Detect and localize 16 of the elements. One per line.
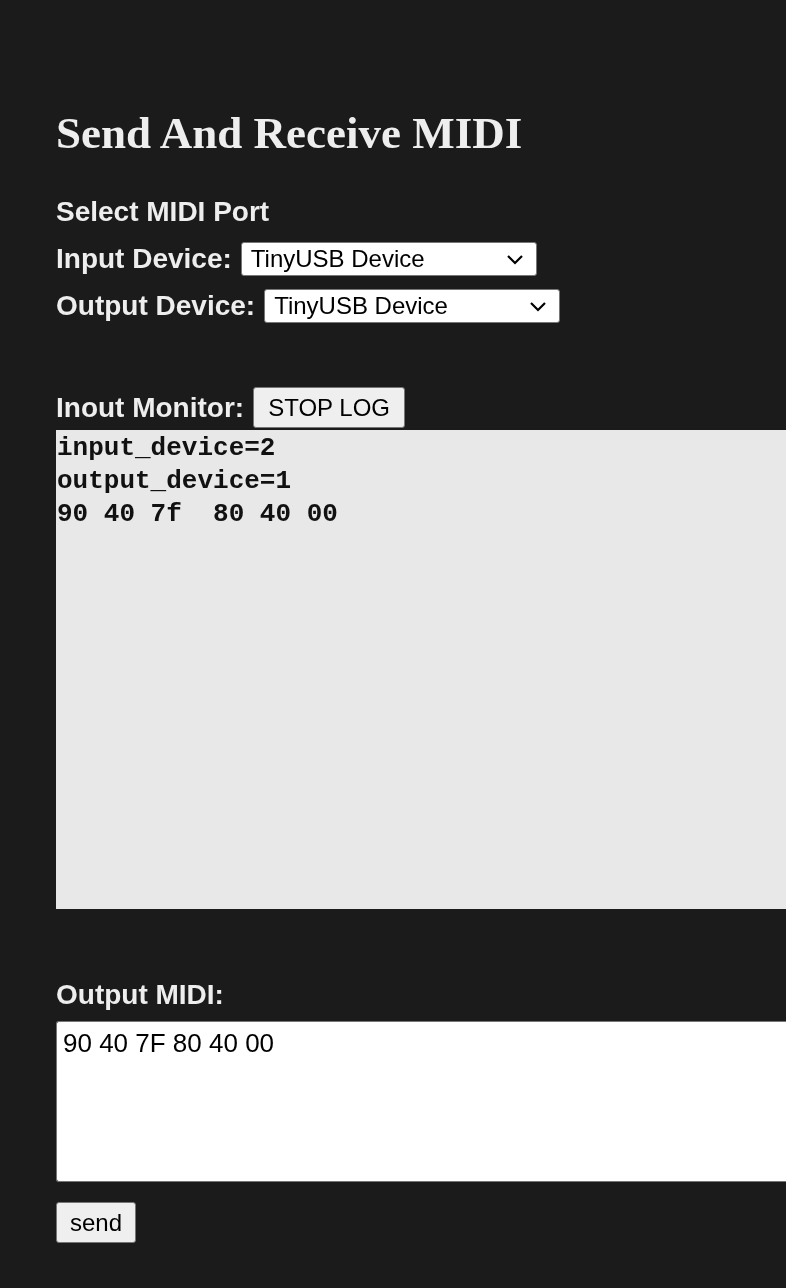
device-select[interactable]: TinyUSB Device [264,289,561,323]
log-line: output_device=1 [57,465,293,498]
device-select[interactable]: TinyUSB Device [240,242,537,276]
stop-log-button[interactable]: STOP LOG [253,387,405,428]
device-label: Input Device: [56,242,232,276]
midi-input-field[interactable]: 90 40 7F 80 40 00 [56,1021,786,1182]
page-title: Send And Receive MIDI [56,107,524,160]
log-line: 90 40 7f 80 40 00 [57,498,339,531]
send-button[interactable]: send [56,1202,137,1243]
caret-icon [529,300,548,312]
monitor-label: Inout Monitor: [56,390,245,425]
device-label: Output Device: [56,289,256,323]
log-line: input_device=2 [57,432,277,465]
output-label: Output MIDI: [56,978,225,1012]
caret-icon [505,253,524,265]
section-heading: Select MIDI Port [56,195,271,229]
